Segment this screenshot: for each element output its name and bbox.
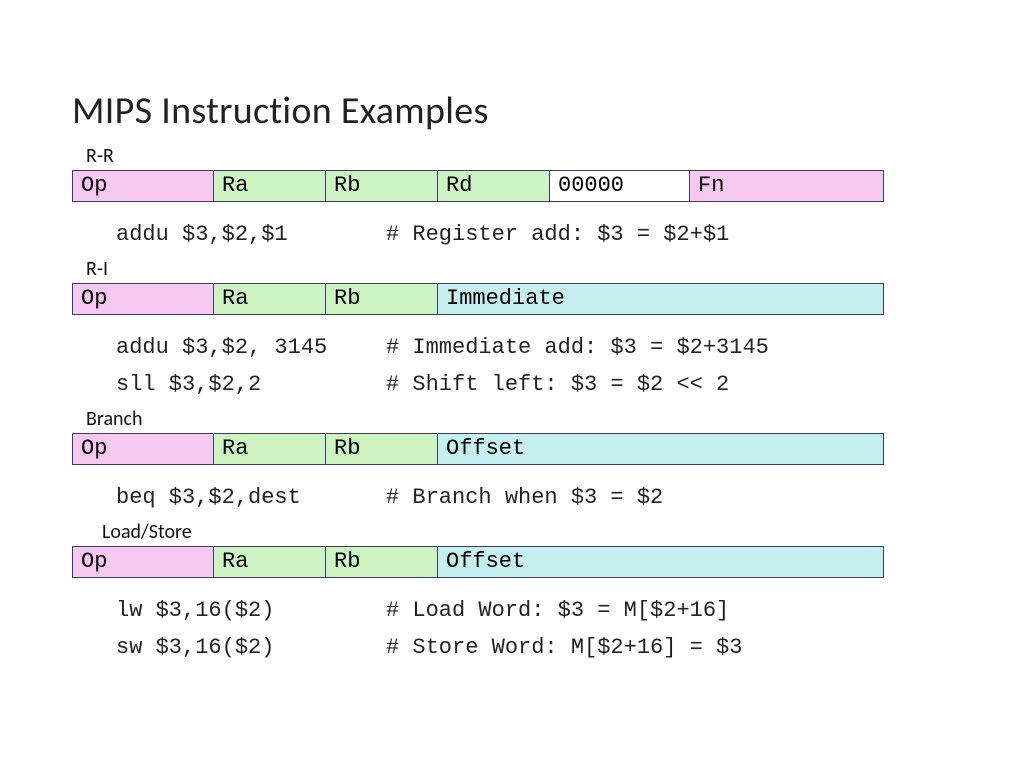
example-rr: addu $3,$2,$1 # Register add: $3 = $2+$1 xyxy=(116,222,952,247)
example-cmt: # Branch when $3 = $2 xyxy=(386,485,663,510)
example-ri1: addu $3,$2, 3145 # Immediate add: $3 = $… xyxy=(116,335,952,360)
example-inst: addu $3,$2, 3145 xyxy=(116,335,386,360)
cell-zero: 00000 xyxy=(549,171,689,201)
section-label-ls: Load/Store xyxy=(102,520,952,544)
example-cmt: # Load Word: $3 = M[$2+16] xyxy=(386,598,729,623)
cell-op: Op xyxy=(73,547,213,577)
cell-op: Op xyxy=(73,284,213,314)
format-row-rr: Op Ra Rb Rd 00000 Fn xyxy=(72,170,884,202)
example-inst: sw $3,16($2) xyxy=(116,635,386,660)
example-ls1: lw $3,16($2) # Load Word: $3 = M[$2+16] xyxy=(116,598,952,623)
section-label-branch: Branch xyxy=(86,407,952,431)
cell-rd: Rd xyxy=(437,171,549,201)
cell-ra: Ra xyxy=(213,171,325,201)
cell-ra: Ra xyxy=(213,434,325,464)
format-row-ri: Op Ra Rb Immediate xyxy=(72,283,884,315)
cell-ra: Ra xyxy=(213,547,325,577)
example-cmt: # Immediate add: $3 = $2+3145 xyxy=(386,335,769,360)
cell-rb: Rb xyxy=(325,284,437,314)
page-title: MIPS Instruction Examples xyxy=(72,88,952,134)
example-inst: lw $3,16($2) xyxy=(116,598,386,623)
example-inst: sll $3,$2,2 xyxy=(116,372,386,397)
cell-rb: Rb xyxy=(325,434,437,464)
cell-ra: Ra xyxy=(213,284,325,314)
section-label-rr: R-R xyxy=(86,144,952,168)
format-row-branch: Op Ra Rb Offset xyxy=(72,433,884,465)
section-label-ri: R-I xyxy=(86,257,952,281)
example-branch: beq $3,$2,dest # Branch when $3 = $2 xyxy=(116,485,952,510)
example-cmt: # Register add: $3 = $2+$1 xyxy=(386,222,729,247)
example-cmt: # Store Word: M[$2+16] = $3 xyxy=(386,635,742,660)
example-inst: beq $3,$2,dest xyxy=(116,485,386,510)
cell-off: Offset xyxy=(437,434,883,464)
cell-rb: Rb xyxy=(325,547,437,577)
example-cmt: # Shift left: $3 = $2 << 2 xyxy=(386,372,729,397)
slide-content: MIPS Instruction Examples R-R Op Ra Rb R… xyxy=(72,88,952,664)
cell-imm: Immediate xyxy=(437,284,883,314)
cell-rb: Rb xyxy=(325,171,437,201)
cell-off: Offset xyxy=(437,547,883,577)
cell-op: Op xyxy=(73,171,213,201)
example-ri2: sll $3,$2,2 # Shift left: $3 = $2 << 2 xyxy=(116,372,952,397)
example-inst: addu $3,$2,$1 xyxy=(116,222,386,247)
example-ls2: sw $3,16($2) # Store Word: M[$2+16] = $3 xyxy=(116,635,952,660)
cell-fn: Fn xyxy=(689,171,883,201)
format-row-ls: Op Ra Rb Offset xyxy=(72,546,884,578)
cell-op: Op xyxy=(73,434,213,464)
